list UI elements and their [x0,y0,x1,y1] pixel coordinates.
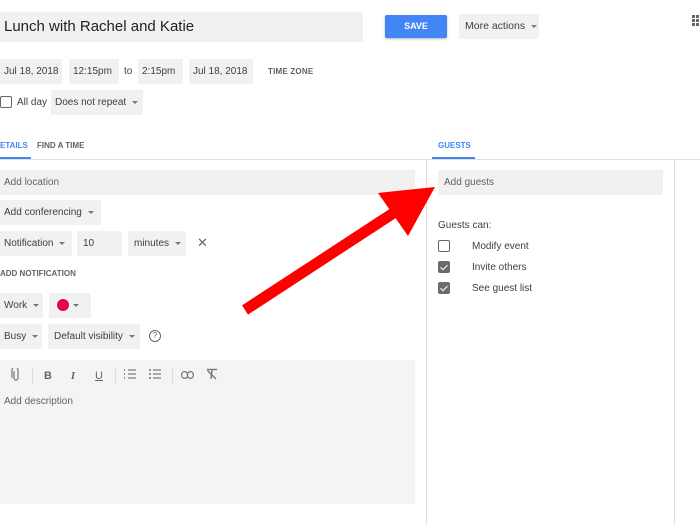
event-color-swatch [57,299,69,311]
guests-panel-right-border [674,160,675,525]
save-button[interactable]: SAVE [385,15,447,38]
tab-event-details[interactable]: ETAILS [0,140,28,152]
invite-others-label: Invite others [472,262,527,273]
guests-panel-left-border [426,160,427,525]
modify-event-checkbox[interactable] [438,240,450,252]
underline-icon[interactable]: U [92,368,106,384]
event-color-dropdown[interactable] [49,293,91,318]
guests-can-heading: Guests can: [438,220,492,231]
chevron-down-icon [33,303,40,307]
tab-find-a-time[interactable]: FIND A TIME [37,140,84,152]
chevron-down-icon [32,334,39,338]
help-icon[interactable]: ? [149,330,161,342]
to-label: to [124,66,133,77]
paperclip-icon[interactable] [9,366,23,387]
add-guests-input[interactable]: Add guests [438,170,663,195]
clear-formatting-icon[interactable] [205,368,219,385]
conferencing-label: Add conferencing [4,207,82,218]
more-actions-dropdown[interactable]: More actions [459,14,539,39]
chevron-down-icon [132,100,139,104]
chevron-down-icon [87,210,94,214]
link-icon[interactable] [180,368,194,384]
notification-type-value: Notification [4,238,54,249]
notification-unit-dropdown[interactable]: minutes [128,231,186,256]
arrow-shaft [241,207,399,315]
toolbar-divider [32,368,33,384]
time-zone-button[interactable]: TIME ZONE [268,59,313,84]
all-day-checkbox[interactable] [0,96,12,108]
event-title-input[interactable]: Lunch with Rachel and Katie [0,12,363,42]
notification-amount-input[interactable]: 10 [77,231,122,256]
all-day-label: All day [17,97,48,108]
add-notification-button[interactable]: ADD NOTIFICATION [0,269,76,278]
visibility-value: Default visibility [54,331,123,342]
invite-others-checkbox[interactable] [438,261,450,273]
chevron-down-icon [59,241,66,245]
calendar-value: Work [4,300,28,311]
chevron-down-icon [531,24,538,28]
end-time-field[interactable]: 2:15pm [138,59,183,84]
chevron-down-icon [175,241,182,245]
conferencing-dropdown[interactable]: Add conferencing [0,200,101,225]
end-date-field[interactable]: Jul 18, 2018 [189,59,253,84]
apps-grid-icon[interactable] [692,15,700,28]
availability-value: Busy [4,331,27,342]
toolbar-divider [115,368,116,384]
italic-icon[interactable]: I [66,368,80,384]
more-actions-label: More actions [465,20,526,32]
remove-notification-icon[interactable]: ✕ [197,235,208,251]
see-guest-list-label: See guest list [472,283,533,294]
bold-icon[interactable]: B [41,368,55,384]
start-time-field[interactable]: 12:15pm [69,59,119,84]
repeat-dropdown[interactable]: Does not repeat [51,90,143,115]
calendar-dropdown[interactable]: Work [0,293,43,318]
repeat-value: Does not repeat [55,97,127,108]
see-guest-list-checkbox[interactable] [438,282,450,294]
notification-unit-value: minutes [134,238,170,249]
notification-type-dropdown[interactable]: Notification [0,231,72,256]
numbered-list-icon[interactable] [123,368,137,385]
description-editor[interactable]: B I U Add description [0,360,415,504]
tabs-divider [0,159,700,160]
bulleted-list-icon[interactable] [148,368,162,385]
chevron-down-icon [128,334,135,338]
chevron-down-icon [73,304,79,307]
tab-guests[interactable]: GUESTS [438,140,471,152]
toolbar-divider [172,368,173,384]
start-date-field[interactable]: Jul 18, 2018 [0,59,62,84]
description-placeholder: Add description [4,396,73,407]
modify-event-label: Modify event [472,241,529,252]
visibility-dropdown[interactable]: Default visibility [48,324,140,349]
location-input[interactable]: Add location [0,170,415,195]
availability-dropdown[interactable]: Busy [0,324,42,349]
